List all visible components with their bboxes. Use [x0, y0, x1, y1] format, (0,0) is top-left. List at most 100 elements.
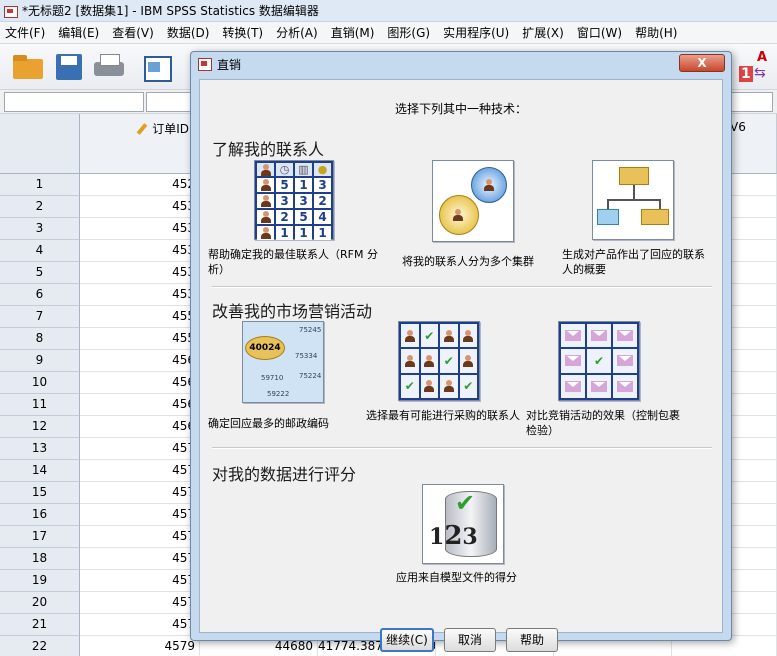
- menu-direct-marketing[interactable]: 直销(M): [326, 24, 383, 41]
- menu-graphs[interactable]: 图形(G): [382, 24, 438, 41]
- row-header[interactable]: 17: [0, 526, 80, 548]
- row-header[interactable]: 16: [0, 504, 80, 526]
- org-chart-icon: [619, 167, 649, 185]
- menu-view[interactable]: 查看(V): [107, 24, 162, 41]
- grid-cell[interactable]: 456: [80, 372, 200, 394]
- caption-postal-codes: 确定回应最多的邮政编码: [208, 417, 329, 430]
- menu-analyze[interactable]: 分析(A): [271, 24, 326, 41]
- caption-control-package-test: 对比竞销活动的效果（控制包裹检验）: [526, 409, 680, 437]
- continue-button[interactable]: 继续(C): [380, 628, 434, 652]
- instruction-text: 选择下列其中一种技术：: [394, 102, 527, 116]
- grid-cell[interactable]: 457: [80, 438, 200, 460]
- menu-extensions[interactable]: 扩展(X): [517, 24, 572, 41]
- grid-cell[interactable]: 455: [80, 306, 200, 328]
- row-header[interactable]: 11: [0, 394, 80, 416]
- dialog-recall-icon[interactable]: [138, 50, 174, 84]
- tile-rfm-analysis[interactable]: ◷ ▥ ● 5 1 3 3 3 2 2 5 4 1 1 1: [254, 160, 334, 240]
- propensity-grid-icon: ✔ ✔ ✔ ✔: [401, 324, 477, 398]
- section-title-contacts: 了解我的联系人: [212, 140, 325, 159]
- scale-measure-icon: [136, 123, 148, 135]
- grid-cell[interactable]: 456: [80, 350, 200, 372]
- cancel-button[interactable]: 取消: [444, 628, 496, 652]
- grid-cell[interactable]: 453: [80, 218, 200, 240]
- map-pins-icon: 40024: [245, 336, 285, 360]
- grid-cell[interactable]: 453: [80, 262, 200, 284]
- grid-cell[interactable]: 456: [80, 394, 200, 416]
- grid-cell[interactable]: 452: [80, 174, 200, 196]
- grid-cell[interactable]: 457: [80, 570, 200, 592]
- grid-cell[interactable]: 457: [80, 482, 200, 504]
- row-header[interactable]: 4: [0, 240, 80, 262]
- spss-app-icon: [4, 4, 18, 18]
- rfm-grid-icon: ◷ ▥ ● 5 1 3 3 3 2 2 5 4 1 1 1: [257, 163, 331, 240]
- grid-cell[interactable]: 453: [80, 284, 200, 306]
- column-header-order-id[interactable]: 订单ID: [80, 114, 200, 174]
- grid-cell[interactable]: 4579: [80, 636, 200, 656]
- section-separator: [212, 447, 712, 449]
- dialog-title-bar[interactable]: 直销: [191, 52, 731, 76]
- grid-cell[interactable]: 457: [80, 504, 200, 526]
- caption-cluster-contacts: 将我的联系人分为多个集群: [402, 255, 534, 268]
- direct-marketing-dialog: 直销 X 选择下列其中一种技术： 了解我的联系人 ◷ ▥ ● 5 1 3 3 3…: [190, 51, 732, 652]
- help-button[interactable]: 帮助: [506, 628, 558, 652]
- close-button[interactable]: X: [679, 54, 725, 72]
- row-header[interactable]: 6: [0, 284, 80, 306]
- row-header[interactable]: 10: [0, 372, 80, 394]
- row-header[interactable]: 14: [0, 460, 80, 482]
- section-title-scoring: 对我的数据进行评分: [212, 465, 357, 484]
- grid-cell[interactable]: 453: [80, 240, 200, 262]
- tile-postal-codes[interactable]: 40024 75245 75334 59710 75224 59222: [242, 321, 324, 403]
- menu-bar: 文件(F) 编辑(E) 查看(V) 数据(D) 转换(T) 分析(A) 直销(M…: [0, 22, 777, 44]
- row-header[interactable]: 3: [0, 218, 80, 240]
- value-labels-icon[interactable]: A 1 ⇆: [737, 50, 771, 84]
- grid-cell[interactable]: 457: [80, 460, 200, 482]
- section-separator: [212, 286, 712, 288]
- row-header[interactable]: 13: [0, 438, 80, 460]
- row-header[interactable]: 22: [0, 636, 80, 656]
- save-icon[interactable]: [50, 50, 86, 84]
- tile-purchase-propensity[interactable]: ✔ ✔ ✔ ✔: [398, 321, 480, 401]
- grid-cell[interactable]: 456: [80, 416, 200, 438]
- row-header[interactable]: 20: [0, 592, 80, 614]
- grid-cell[interactable]: 457: [80, 526, 200, 548]
- row-header[interactable]: 9: [0, 350, 80, 372]
- caption-contact-profile: 生成对产品作出了回应的联系人的概要: [562, 248, 705, 276]
- row-header[interactable]: 18: [0, 548, 80, 570]
- row-header[interactable]: 8: [0, 328, 80, 350]
- caption-purchase-propensity: 选择最有可能进行采购的联系人: [366, 409, 520, 422]
- menu-window[interactable]: 窗口(W): [572, 24, 630, 41]
- row-header[interactable]: 21: [0, 614, 80, 636]
- dialog-title: 直销: [217, 57, 242, 72]
- menu-help[interactable]: 帮助(H): [630, 24, 685, 41]
- dialog-body: 选择下列其中一种技术： 了解我的联系人 ◷ ▥ ● 5 1 3 3 3 2 2 …: [199, 79, 723, 652]
- window-title: *无标题2 [数据集1] - IBM SPSS Statistics 数据编辑器: [22, 4, 319, 18]
- menu-file[interactable]: 文件(F): [0, 24, 53, 41]
- open-folder-icon[interactable]: [10, 50, 46, 84]
- grid-corner[interactable]: [0, 114, 80, 174]
- print-icon[interactable]: [90, 50, 126, 84]
- caption-rfm-analysis: 帮助确定我的最佳联系人（RFM 分析）: [208, 248, 378, 276]
- row-header[interactable]: 2: [0, 196, 80, 218]
- row-header[interactable]: 1: [0, 174, 80, 196]
- row-header[interactable]: 12: [0, 416, 80, 438]
- row-header[interactable]: 5: [0, 262, 80, 284]
- grid-cell[interactable]: 455: [80, 328, 200, 350]
- row-header[interactable]: 19: [0, 570, 80, 592]
- grid-cell[interactable]: 457: [80, 548, 200, 570]
- grid-cell[interactable]: 457: [80, 614, 200, 636]
- menu-utilities[interactable]: 实用程序(U): [438, 24, 517, 41]
- tile-score-data[interactable]: ✔ 123: [422, 484, 504, 564]
- menu-transform[interactable]: 转换(T): [217, 24, 271, 41]
- cell-reference-field[interactable]: [4, 92, 144, 112]
- spss-dialog-icon: [197, 57, 213, 71]
- grid-cell[interactable]: 453: [80, 196, 200, 218]
- tile-contact-profile[interactable]: [592, 160, 674, 240]
- tile-control-package-test[interactable]: ✔: [558, 321, 640, 401]
- row-header[interactable]: 15: [0, 482, 80, 504]
- title-bar: *无标题2 [数据集1] - IBM SPSS Statistics 数据编辑器: [0, 0, 777, 22]
- row-header[interactable]: 7: [0, 306, 80, 328]
- menu-edit[interactable]: 编辑(E): [53, 24, 107, 41]
- tile-cluster-contacts[interactable]: [432, 160, 514, 242]
- grid-cell[interactable]: 457: [80, 592, 200, 614]
- menu-data[interactable]: 数据(D): [162, 24, 218, 41]
